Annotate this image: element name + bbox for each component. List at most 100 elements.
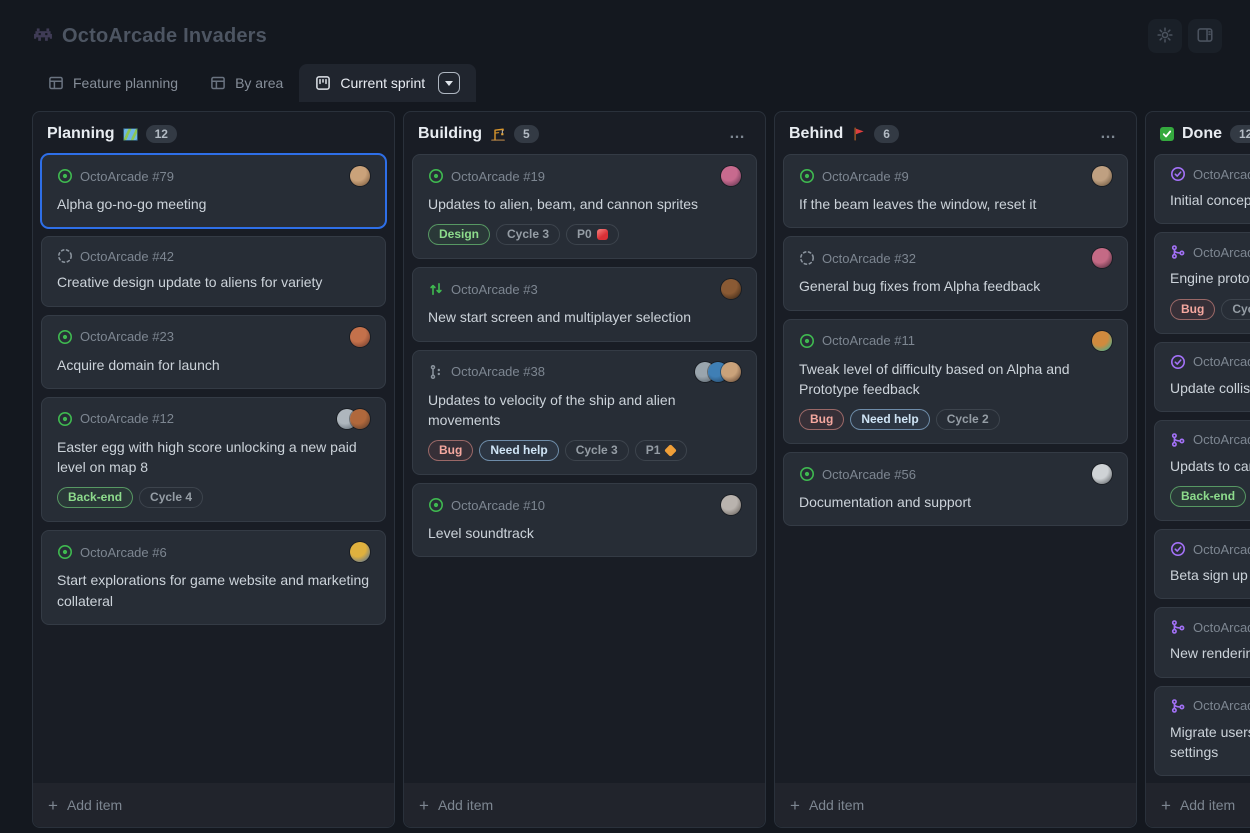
table-icon: [48, 75, 64, 91]
card[interactable]: OctoArcade Initial concept: [1154, 154, 1250, 224]
card-title: Alpha go-no-go meeting: [57, 194, 370, 214]
label-row: DesignCycle 3P0: [428, 224, 741, 245]
issue-open-icon: [799, 168, 815, 184]
avatar: [350, 409, 370, 429]
label-text: Cycle 3: [576, 443, 618, 458]
card-ref: OctoArcade #12: [80, 411, 174, 426]
issue-open-icon: [57, 411, 73, 427]
column-title: Planning: [47, 125, 115, 143]
add-item-label: Add item: [809, 797, 864, 813]
issue-closed-icon: [1170, 166, 1186, 182]
plus-icon: +: [48, 797, 58, 814]
card[interactable]: OctoArcade #79 Alpha go-no-go meeting: [41, 154, 386, 228]
card-title: New rendering: [1170, 643, 1250, 663]
tracks-icon: [428, 364, 444, 380]
label-pill: Back-end: [57, 487, 133, 508]
card[interactable]: OctoArcade #56Documentation and support: [783, 452, 1128, 526]
avatar-stack: [350, 166, 370, 186]
add-item-button[interactable]: + Add item: [775, 783, 1136, 827]
card-meta: OctoArcade: [1170, 244, 1250, 260]
card-list: OctoArcadeInitial conceptOctoArcadeEngin…: [1146, 152, 1250, 783]
card[interactable]: OctoArcade #10 Level soundtrack: [412, 483, 757, 557]
settings-button[interactable]: [1148, 19, 1182, 53]
column-header: Done12: [1146, 112, 1250, 152]
board: Planning 12 OctoArcade #79 Alpha go-no-go m…: [0, 111, 1250, 828]
card[interactable]: OctoArcade Beta sign up: [1154, 529, 1250, 599]
card[interactable]: OctoArcadeUpdats to cannonBack-endCycle …: [1154, 420, 1250, 521]
pr-merged-icon: [1170, 698, 1186, 714]
issue-open-icon: [428, 168, 444, 184]
avatar: [1092, 464, 1112, 484]
card[interactable]: OctoArcade #38Updates to velocity of the…: [412, 350, 757, 476]
card-ref: OctoArcade #11: [822, 333, 915, 348]
side-panel-button[interactable]: [1188, 19, 1222, 53]
add-item-label: Add item: [67, 797, 122, 813]
tab-by-area[interactable]: By area: [194, 64, 299, 102]
issue-open-icon: [428, 497, 444, 513]
pr-merged-icon: [1170, 619, 1186, 635]
add-item-button[interactable]: +Add item: [404, 783, 765, 827]
label-pill: Need help: [479, 440, 558, 461]
card-meta: OctoArcade: [1170, 166, 1250, 182]
card[interactable]: OctoArcade #32General bug fixes from Alp…: [783, 236, 1128, 310]
column-menu-button[interactable]: …: [725, 127, 751, 141]
card-title: Beta sign up: [1170, 565, 1250, 585]
flag-emoji: [851, 126, 866, 142]
label-pill: Bug: [1170, 299, 1215, 320]
card-title: Start explorations for game website and …: [57, 570, 370, 611]
card-ref: OctoArcade #10: [451, 498, 545, 513]
card-ref: OctoArcade #42: [80, 249, 174, 264]
card[interactable]: OctoArcade #42 Creative design update to …: [41, 236, 386, 306]
draft-issue-icon: [57, 248, 73, 264]
card[interactable]: OctoArcade #23Acquire domain for launch: [41, 315, 386, 389]
column-count-badge: 12: [146, 125, 177, 143]
column-header: Building5…: [404, 112, 765, 152]
card-meta: OctoArcade #6: [57, 542, 370, 562]
issue-closed-icon: [1170, 541, 1186, 557]
card-meta: OctoArcade #32: [799, 248, 1112, 268]
column-menu-button[interactable]: …: [1096, 127, 1122, 141]
chevron-down-icon[interactable]: [438, 72, 460, 94]
page-title: OctoArcade Invaders: [62, 25, 267, 48]
card[interactable]: OctoArcade #3New start screen and multip…: [412, 267, 757, 341]
card-list: OctoArcade #9If the beam leaves the wind…: [775, 152, 1136, 783]
card[interactable]: OctoArcade #9If the beam leaves the wind…: [783, 154, 1128, 228]
card-title: Creative design update to aliens for var…: [57, 272, 370, 292]
card[interactable]: OctoArcade #6 Start explorations for game…: [41, 530, 386, 625]
label-row: BugNeed helpCycle 2: [799, 409, 1112, 430]
label-row: Bug Cycle 1: [1170, 299, 1250, 320]
label-pill: Cycle 2: [936, 409, 1000, 430]
card-meta: OctoArcade: [1170, 619, 1250, 635]
card-meta: OctoArcade #79: [57, 166, 370, 186]
label-pill: Cycle 3: [496, 224, 560, 245]
label-pill: Cycle 1: [1221, 299, 1250, 320]
add-item-button[interactable]: + Add item: [33, 783, 394, 827]
card[interactable]: OctoArcade #12Easter egg with high score…: [41, 397, 386, 523]
label-text: Bug: [439, 443, 462, 458]
tab-feature-planning[interactable]: Feature planning: [32, 64, 194, 102]
plus-icon: +: [790, 797, 800, 814]
label-text: Need help: [861, 412, 918, 427]
add-item-button[interactable]: +Add item: [1146, 783, 1250, 827]
avatar: [721, 495, 741, 515]
card[interactable]: OctoArcadeMigrate users settings: [1154, 686, 1250, 777]
card[interactable]: OctoArcadeEngine prototypeBugCycle 1: [1154, 232, 1250, 333]
app-header: OctoArcade Invaders: [0, 0, 1250, 58]
column-building: Building5…OctoArcade #19Updates to alien…: [403, 111, 766, 828]
card[interactable]: OctoArcade #11Tweak level of difficulty …: [783, 319, 1128, 445]
column-header: Planning 12: [33, 112, 394, 152]
pr-merged-icon: [1170, 244, 1186, 260]
space-invader-logo-icon: [32, 25, 54, 47]
card-meta: OctoArcade #23: [57, 327, 370, 347]
card-meta: OctoArcade #42: [57, 248, 370, 264]
card[interactable]: OctoArcade New rendering: [1154, 607, 1250, 677]
card[interactable]: OctoArcade #19Updates to alien, beam, an…: [412, 154, 757, 259]
card-title: Level soundtrack: [428, 523, 741, 543]
card[interactable]: OctoArcadeUpdate collision: [1154, 342, 1250, 412]
tab-current-sprint[interactable]: Current sprint: [299, 64, 476, 102]
card-title: Initial concept: [1170, 190, 1250, 210]
plus-icon: +: [1161, 797, 1171, 814]
avatar: [721, 166, 741, 186]
card-meta: OctoArcade: [1170, 541, 1250, 557]
avatar-stack: [1092, 331, 1112, 351]
